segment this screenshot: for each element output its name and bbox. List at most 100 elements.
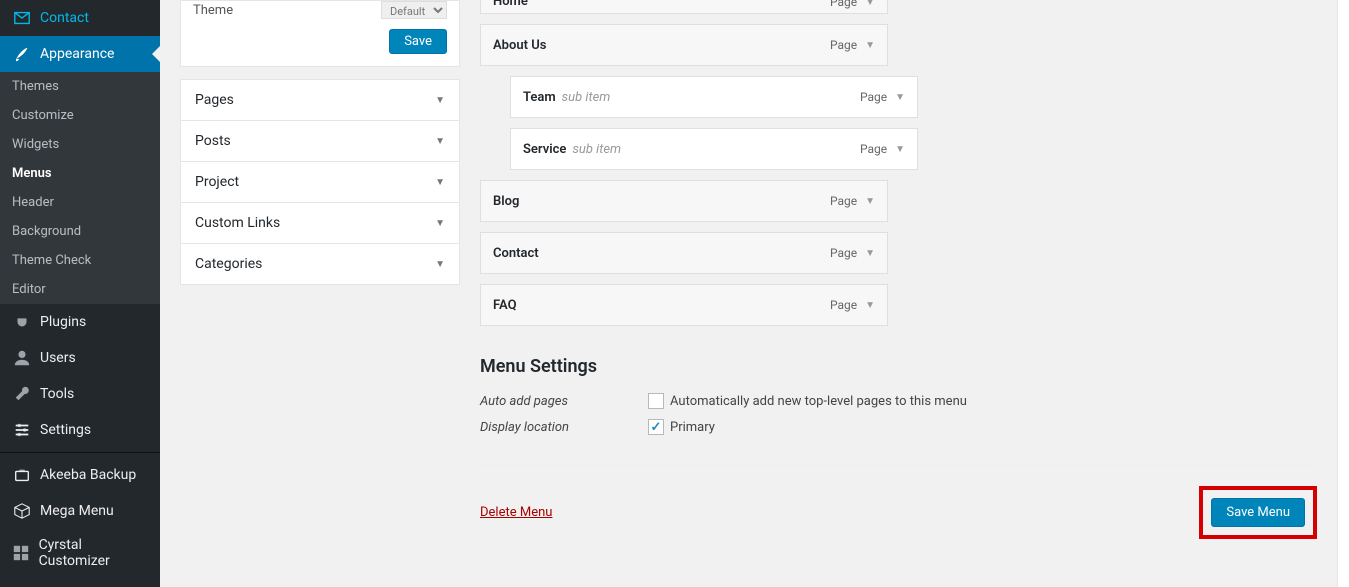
accordion-label: Project <box>195 174 239 190</box>
sidebar-sub-customize[interactable]: Customize <box>0 101 160 130</box>
menu-item-type: Page <box>830 246 857 260</box>
menu-item-service[interactable]: Service sub item Page ▼ <box>510 128 918 170</box>
accordion-label: Posts <box>195 133 231 149</box>
auto-add-text: Automatically add new top-level pages to… <box>670 394 967 409</box>
sidebar-sub-background[interactable]: Background <box>0 217 160 246</box>
menu-item-blog[interactable]: Blog Page ▼ <box>480 180 888 222</box>
theme-label: Theme <box>193 3 233 18</box>
sidebar-sub-header[interactable]: Header <box>0 188 160 217</box>
add-items-accordion: Pages ▼ Posts ▼ Project ▼ <box>180 79 460 285</box>
caret-down-icon[interactable]: ▼ <box>865 40 875 51</box>
menu-settings: Menu Settings Auto add pages Automatical… <box>480 356 1317 435</box>
accordion-project[interactable]: Project ▼ <box>181 162 459 202</box>
menu-item-type: Page <box>830 38 857 52</box>
menu-footer: Delete Menu Save Menu <box>480 465 1317 539</box>
delete-menu-link[interactable]: Delete Menu <box>480 505 552 520</box>
admin-sidebar: Contact Appearance Themes Customize Widg… <box>0 0 160 587</box>
save-button[interactable]: Save <box>389 29 447 54</box>
main-content: Theme Default Save Pages ▼ <box>160 0 1337 587</box>
sidebar-submenu-appearance: Themes Customize Widgets Menus Header Ba… <box>0 72 160 304</box>
sidebar-item-megamenu[interactable]: Mega Menu <box>0 493 160 529</box>
caret-down-icon: ▼ <box>435 136 445 147</box>
accordion-label: Categories <box>195 256 262 272</box>
menu-item-type: Page <box>830 298 857 312</box>
menu-item-title: About Us <box>493 38 546 53</box>
sidebar-sub-menus[interactable]: Menus <box>0 159 160 188</box>
menu-item-home[interactable]: Home Page ▼ <box>480 0 888 14</box>
caret-down-icon: ▼ <box>435 259 445 270</box>
save-menu-button[interactable]: Save Menu <box>1211 498 1305 527</box>
auto-add-label: Auto add pages <box>480 394 648 409</box>
sidebar-label-plugins: Plugins <box>40 314 86 330</box>
sidebar-item-plugins[interactable]: Plugins <box>0 304 160 340</box>
brush-icon <box>12 44 32 64</box>
sidebar-item-metaslider[interactable]: Meta Slider <box>0 577 160 587</box>
caret-down-icon[interactable]: ▼ <box>865 248 875 259</box>
sliders-icon <box>12 420 32 440</box>
sidebar-sub-widgets[interactable]: Widgets <box>0 130 160 159</box>
caret-down-icon: ▼ <box>435 177 445 188</box>
sidebar-label-settings: Settings <box>40 422 91 438</box>
caret-down-icon[interactable]: ▼ <box>865 0 875 8</box>
menu-item-subtext: sub item <box>572 142 621 157</box>
accordion-pages[interactable]: Pages ▼ <box>181 80 459 120</box>
caret-down-icon: ▼ <box>435 218 445 229</box>
menu-item-contact[interactable]: Contact Page ▼ <box>480 232 888 274</box>
sidebar-label-megamenu: Mega Menu <box>40 503 114 519</box>
sidebar-item-appearance[interactable]: Appearance <box>0 36 160 72</box>
caret-down-icon[interactable]: ▼ <box>865 196 875 207</box>
caret-down-icon[interactable]: ▼ <box>865 300 875 311</box>
sidebar-label-contact: Contact <box>40 10 89 26</box>
menu-item-faq[interactable]: FAQ Page ▼ <box>480 284 888 326</box>
menu-settings-heading: Menu Settings <box>480 356 1317 377</box>
menu-item-aboutus[interactable]: About Us Page ▼ <box>480 24 888 66</box>
envelope-icon <box>12 8 32 28</box>
menu-item-type: Page <box>860 90 887 104</box>
user-icon <box>12 348 32 368</box>
cube-icon <box>12 501 32 521</box>
sidebar-item-contact[interactable]: Contact <box>0 0 160 36</box>
menu-item-subtext: sub item <box>562 90 611 105</box>
sidebar-label-appearance: Appearance <box>40 46 114 62</box>
plug-icon <box>12 312 32 332</box>
accordion-categories[interactable]: Categories ▼ <box>181 244 459 284</box>
grid-icon <box>12 543 31 563</box>
accordion-posts[interactable]: Posts ▼ <box>181 121 459 161</box>
wrench-icon <box>12 384 32 404</box>
sidebar-item-tools[interactable]: Tools <box>0 376 160 412</box>
menu-item-type: Page <box>860 142 887 156</box>
sidebar-sub-themecheck[interactable]: Theme Check <box>0 246 160 275</box>
auto-add-checkbox[interactable] <box>648 393 664 409</box>
menu-item-title: Team <box>523 90 556 105</box>
caret-down-icon: ▼ <box>435 95 445 106</box>
sidebar-sub-themes[interactable]: Themes <box>0 72 160 101</box>
sidebar-item-cyrstal[interactable]: Cyrstal Customizer <box>0 529 160 577</box>
menu-item-title: FAQ <box>493 298 517 313</box>
menu-item-type: Page <box>830 194 857 208</box>
display-location-text: Primary <box>670 420 715 435</box>
menu-item-type: Page <box>830 0 857 9</box>
sidebar-label-akeeba: Akeeba Backup <box>40 467 136 483</box>
sidebar-item-akeeba[interactable]: Akeeba Backup <box>0 457 160 493</box>
theme-select[interactable]: Default <box>381 1 447 19</box>
accordion-label: Pages <box>195 92 234 108</box>
menu-item-team[interactable]: Team sub item Page ▼ <box>510 76 918 118</box>
backup-icon <box>12 465 32 485</box>
accordion-customlinks[interactable]: Custom Links ▼ <box>181 203 459 243</box>
sidebar-sub-editor[interactable]: Editor <box>0 275 160 304</box>
display-primary-checkbox[interactable] <box>648 419 664 435</box>
menu-item-title: Home <box>493 0 528 9</box>
theme-box: Theme Default Save <box>180 0 460 67</box>
menu-item-title: Contact <box>493 246 539 261</box>
menu-item-title: Service <box>523 142 566 157</box>
display-location-label: Display location <box>480 420 648 435</box>
accordion-label: Custom Links <box>195 215 280 231</box>
menu-item-title: Blog <box>493 194 519 209</box>
caret-down-icon[interactable]: ▼ <box>895 92 905 103</box>
save-menu-highlight: Save Menu <box>1199 486 1317 539</box>
sidebar-item-users[interactable]: Users <box>0 340 160 376</box>
sidebar-item-settings[interactable]: Settings <box>0 412 160 448</box>
caret-down-icon[interactable]: ▼ <box>895 144 905 155</box>
menu-structure: Home Page ▼ About Us Page ▼ Team sub item P… <box>480 0 1317 326</box>
sidebar-label-tools: Tools <box>40 386 74 402</box>
